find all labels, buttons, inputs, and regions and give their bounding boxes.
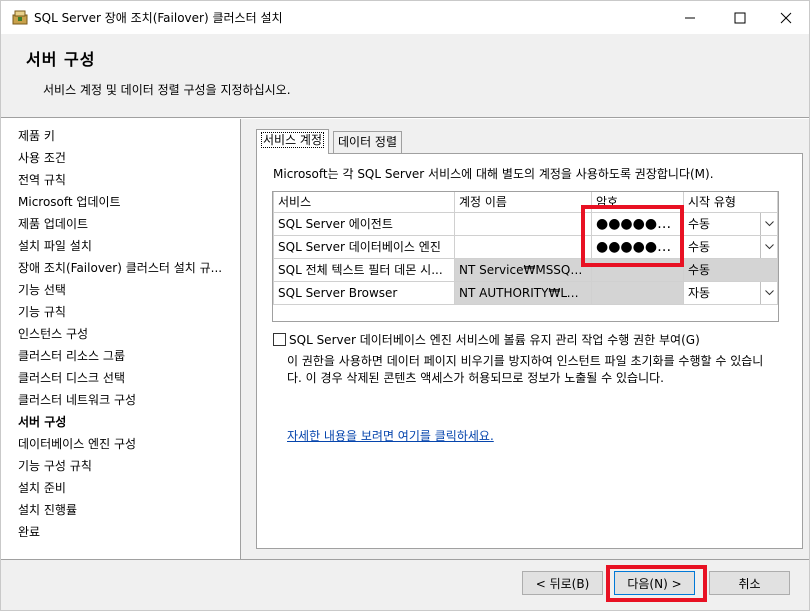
account-name-readonly: NT AUTHORITY₩LOC... xyxy=(454,280,592,305)
nav-item-ready-to-install[interactable]: 설치 준비 xyxy=(18,479,66,497)
table-row: SQL 전체 텍스트 필터 데몬 시... NT Service₩MSSQLF.… xyxy=(273,257,778,282)
footer-divider xyxy=(1,559,809,560)
nav-item-failover-cluster-rules[interactable]: 장애 조치(Failover) 클러스터 설치 규... xyxy=(18,259,222,277)
volume-maintenance-checkbox[interactable] xyxy=(273,333,286,346)
startup-type-value: 수동 xyxy=(688,217,711,231)
window-title: SQL Server 장애 조치(Failover) 클러스터 설치 xyxy=(34,11,283,25)
privilege-description: 이 권한을 사용하면 데이터 페이지 비우기를 방지하여 인스턴트 파일 초기화… xyxy=(287,354,764,385)
tab-service-accounts[interactable]: 서비스 계정 xyxy=(256,129,330,154)
column-header-password: 암호 xyxy=(591,192,684,213)
column-header-startup-type: 시작 유형 xyxy=(683,192,778,213)
more-info-link[interactable]: 자세한 내용을 보려면 여기를 클릭하세요. xyxy=(287,427,494,444)
nav-item-feature-rules[interactable]: 기능 규칙 xyxy=(18,303,66,321)
nav-item-cluster-disk-selection[interactable]: 클러스터 디스크 선택 xyxy=(18,369,125,387)
tab-collation[interactable]: 데이터 정렬 xyxy=(333,131,403,153)
service-name-cell: SQL Server 데이터베이스 엔진 xyxy=(273,234,455,259)
table-row: SQL Server 데이터베이스 엔진 ●●●●●●... 수동 xyxy=(273,234,778,259)
nav-item-installation-progress[interactable]: 설치 진행률 xyxy=(18,501,77,519)
volume-maintenance-checkbox-label: SQL Server 데이터베이스 엔진 서비스에 볼륨 유지 관리 작업 수행… xyxy=(289,333,700,347)
column-header-account-name: 계정 이름 xyxy=(454,192,592,213)
account-name-input[interactable] xyxy=(454,234,592,259)
service-name-cell: SQL Server 에이전트 xyxy=(273,211,455,236)
grid-header-row: 서비스 계정 이름 암호 시작 유형 xyxy=(273,192,778,213)
startup-type-select[interactable]: 수동 xyxy=(683,234,778,259)
sql-setup-icon xyxy=(12,9,28,25)
back-button[interactable]: < 뒤로(B) xyxy=(522,571,603,595)
page-title: 서버 구성 xyxy=(26,50,96,69)
nav-item-product-key[interactable]: 제품 키 xyxy=(18,127,55,145)
tab-service-accounts-label: 서비스 계정 xyxy=(261,132,325,148)
page-header: 서버 구성 서비스 계정 및 데이터 정렬 구성을 지정하십시오. xyxy=(1,34,809,117)
service-accounts-panel: Microsoft는 각 SQL Server 서비스에 대해 별도의 계정을 … xyxy=(256,153,803,549)
title-bar: SQL Server 장애 조치(Failover) 클러스터 설치 xyxy=(1,1,809,34)
nav-item-install-setup-files[interactable]: 설치 파일 설치 xyxy=(18,237,92,255)
tab-collation-label: 데이터 정렬 xyxy=(338,135,398,149)
nav-item-database-engine-configuration[interactable]: 데이터베이스 엔진 구성 xyxy=(18,435,136,453)
service-accounts-grid: 서비스 계정 이름 암호 시작 유형 SQL Server 에이전트 ●●●●●… xyxy=(272,191,779,322)
service-name-cell: SQL 전체 텍스트 필터 데몬 시... xyxy=(273,257,455,282)
table-row: SQL Server 에이전트 ●●●●●●... 수동 xyxy=(273,211,778,236)
nav-item-global-rules[interactable]: 전역 규칙 xyxy=(18,171,66,189)
minimize-icon[interactable] xyxy=(667,1,713,34)
nav-item-server-configuration[interactable]: 서버 구성 xyxy=(18,413,66,431)
startup-type-readonly: 수동 xyxy=(683,257,778,282)
volume-maintenance-checkbox-row[interactable]: SQL Server 데이터베이스 엔진 서비스에 볼륨 유지 관리 작업 수행… xyxy=(273,331,700,348)
nav-item-complete[interactable]: 완료 xyxy=(18,523,40,541)
cancel-button[interactable]: 취소 xyxy=(709,571,790,595)
password-readonly xyxy=(591,257,684,282)
wizard-steps-nav: 제품 키 사용 조건 전역 규칙 Microsoft 업데이트 제품 업데이트 … xyxy=(1,119,241,559)
chevron-down-icon[interactable] xyxy=(760,236,777,257)
nav-item-cluster-resource-group[interactable]: 클러스터 리소스 그룹 xyxy=(18,347,125,365)
password-input[interactable]: ●●●●●●... xyxy=(591,211,684,236)
startup-type-select[interactable]: 자동 xyxy=(683,280,778,305)
startup-type-value: 수동 xyxy=(688,240,711,254)
password-input[interactable]: ●●●●●●... xyxy=(591,234,684,259)
nav-item-feature-selection[interactable]: 기능 선택 xyxy=(18,281,66,299)
recommendation-text: Microsoft는 각 SQL Server 서비스에 대해 별도의 계정을 … xyxy=(273,167,714,181)
account-name-readonly: NT Service₩MSSQLF... xyxy=(454,257,592,282)
startup-type-value: 자동 xyxy=(688,286,711,300)
nav-item-product-updates[interactable]: 제품 업데이트 xyxy=(18,215,88,233)
table-row: SQL Server Browser NT AUTHORITY₩LOC... 자… xyxy=(273,280,778,305)
nav-item-feature-configuration-rules[interactable]: 기능 구성 규칙 xyxy=(18,457,92,475)
nav-item-license-terms[interactable]: 사용 조건 xyxy=(18,149,66,167)
startup-type-select[interactable]: 수동 xyxy=(683,211,778,236)
nav-item-instance-configuration[interactable]: 인스턴스 구성 xyxy=(18,325,88,343)
account-name-input[interactable] xyxy=(454,211,592,236)
maximize-icon[interactable] xyxy=(717,1,763,34)
chevron-down-icon[interactable] xyxy=(760,282,777,303)
chevron-down-icon[interactable] xyxy=(760,213,777,234)
next-button[interactable]: 다음(N) > xyxy=(614,571,695,595)
setup-window: SQL Server 장애 조치(Failover) 클러스터 설치 서버 구성… xyxy=(0,0,810,611)
nav-item-microsoft-update[interactable]: Microsoft 업데이트 xyxy=(18,193,121,211)
main-content: 서비스 계정 데이터 정렬 Microsoft는 각 SQL Server 서비… xyxy=(242,119,809,559)
close-icon[interactable] xyxy=(763,1,809,34)
column-header-service: 서비스 xyxy=(273,192,455,213)
nav-item-cluster-network-configuration[interactable]: 클러스터 네트워크 구성 xyxy=(18,391,136,409)
page-subtitle: 서비스 계정 및 데이터 정렬 구성을 지정하십시오. xyxy=(43,83,291,97)
password-readonly xyxy=(591,280,684,305)
service-name-cell: SQL Server Browser xyxy=(273,280,455,305)
